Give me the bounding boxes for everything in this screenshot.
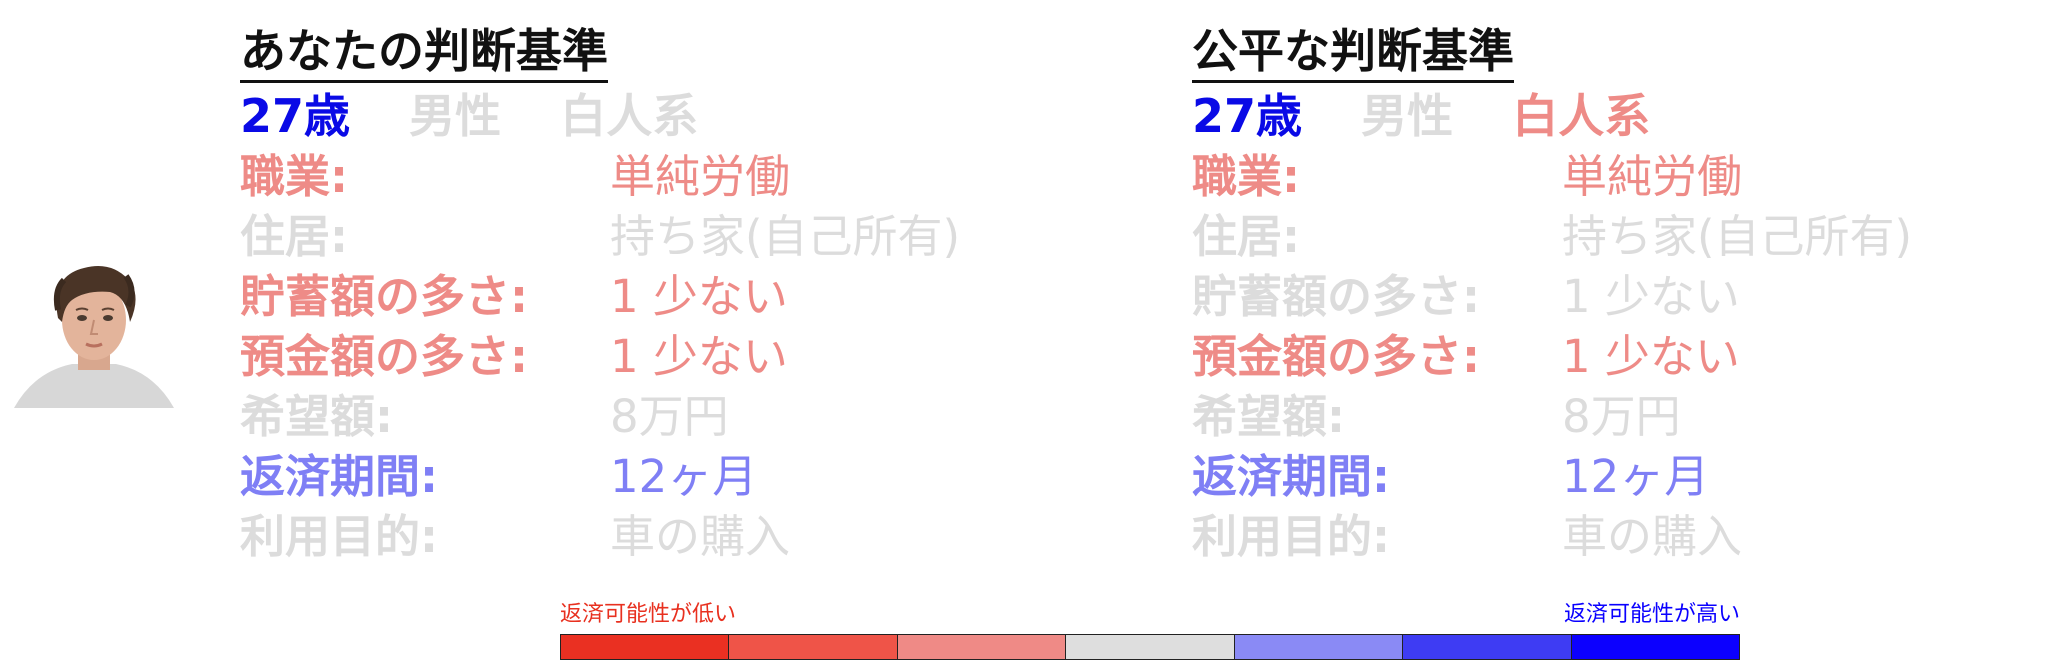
attr-label: 住居: xyxy=(1192,210,1300,263)
attr-row-housing: 住居: 持ち家(自己所有) xyxy=(240,207,1140,267)
legend-low-label: 返済可能性が低い xyxy=(560,602,737,627)
legend-color-bar xyxy=(560,634,1740,660)
demo-gender: 男性 xyxy=(1361,89,1454,143)
attr-row-savings: 貯蓄額の多さ: 1 少ない xyxy=(1192,267,2048,327)
attr-row-purpose: 利用目的: 車の購入 xyxy=(240,507,1140,567)
panel-fair-criteria: 公平な判断基準 27歳 男性 白人系 職業: 単純労働 住居: 持ち家(自己所有… xyxy=(1192,22,2048,567)
attr-label: 返済期間: xyxy=(240,450,438,503)
attr-value: 1 少ない xyxy=(1562,270,1740,323)
panel-your-criteria: あなたの判断基準 27歳 男性 白人系 職業: 単純労働 住居: 持ち家(自己所… xyxy=(240,22,1140,567)
legend-swatch xyxy=(1571,635,1739,659)
legend-swatch xyxy=(561,635,730,659)
attr-value: 車の購入 xyxy=(1562,510,1743,563)
demo-ethnicity: 白人系 xyxy=(1512,89,1651,143)
attr-value: 12ヶ月 xyxy=(610,450,758,503)
attr-value: 8万円 xyxy=(610,390,729,443)
attr-row-occupation: 職業: 単純労働 xyxy=(1192,147,2048,207)
legend-swatch xyxy=(1066,635,1235,659)
legend-high-label: 返済可能性が高い xyxy=(1563,602,1740,627)
attr-row-housing: 住居: 持ち家(自己所有) xyxy=(1192,207,2048,267)
attr-label: 利用目的: xyxy=(1192,510,1390,563)
attr-label: 貯蓄額の多さ: xyxy=(1192,270,1480,323)
repayment-likelihood-legend: 返済可能性が低い 返済可能性が高い xyxy=(560,600,1740,670)
attr-value: 8万円 xyxy=(1562,390,1681,443)
attr-value: 1 少ない xyxy=(610,330,788,383)
panel-title: あなたの判断基準 xyxy=(240,22,608,83)
attr-label: 返済期間: xyxy=(1192,450,1390,503)
attr-row-deposits: 預金額の多さ: 1 少ない xyxy=(1192,327,2048,387)
attr-row-occupation: 職業: 単純労働 xyxy=(240,147,1140,207)
attr-value: 持ち家(自己所有) xyxy=(1562,210,1913,263)
attr-value: 持ち家(自己所有) xyxy=(610,210,961,263)
demographics-line: 27歳 男性 白人系 xyxy=(240,85,1140,147)
attr-row-savings: 貯蓄額の多さ: 1 少ない xyxy=(240,267,1140,327)
legend-swatch xyxy=(1234,635,1404,659)
legend-swatch xyxy=(729,635,898,659)
attr-label: 利用目的: xyxy=(240,510,438,563)
attr-label: 職業: xyxy=(1192,150,1300,203)
panel-title: 公平な判断基準 xyxy=(1192,22,1514,83)
legend-swatch xyxy=(1403,635,1572,659)
attr-label: 貯蓄額の多さ: xyxy=(240,270,528,323)
attr-value: 単純労働 xyxy=(610,150,791,203)
attr-row-repayment-period: 返済期間: 12ヶ月 xyxy=(1192,447,2048,507)
attr-label: 預金額の多さ: xyxy=(240,330,528,383)
attr-row-deposits: 預金額の多さ: 1 少ない xyxy=(240,327,1140,387)
attr-label: 預金額の多さ: xyxy=(1192,330,1480,383)
attr-label: 希望額: xyxy=(240,390,393,443)
attr-label: 住居: xyxy=(240,210,348,263)
attr-value: 12ヶ月 xyxy=(1562,450,1710,503)
attr-label: 希望額: xyxy=(1192,390,1345,443)
attr-label: 職業: xyxy=(240,150,348,203)
attr-row-purpose: 利用目的: 車の購入 xyxy=(1192,507,2048,567)
demo-ethnicity: 白人系 xyxy=(560,89,699,143)
demo-age: 27歳 xyxy=(240,89,351,143)
attr-value: 車の購入 xyxy=(610,510,791,563)
attr-value: 単純労働 xyxy=(1562,150,1743,203)
demo-gender: 男性 xyxy=(409,89,502,143)
demographics-line: 27歳 男性 白人系 xyxy=(1192,85,2048,147)
attr-row-requested-amount: 希望額: 8万円 xyxy=(1192,387,2048,447)
portrait-photo xyxy=(14,266,174,408)
attr-value: 1 少ない xyxy=(1562,330,1740,383)
attr-row-repayment-period: 返済期間: 12ヶ月 xyxy=(240,447,1140,507)
demo-age: 27歳 xyxy=(1192,89,1303,143)
legend-swatch xyxy=(897,635,1067,659)
attr-value: 1 少ない xyxy=(610,270,788,323)
attr-row-requested-amount: 希望額: 8万円 xyxy=(240,387,1140,447)
